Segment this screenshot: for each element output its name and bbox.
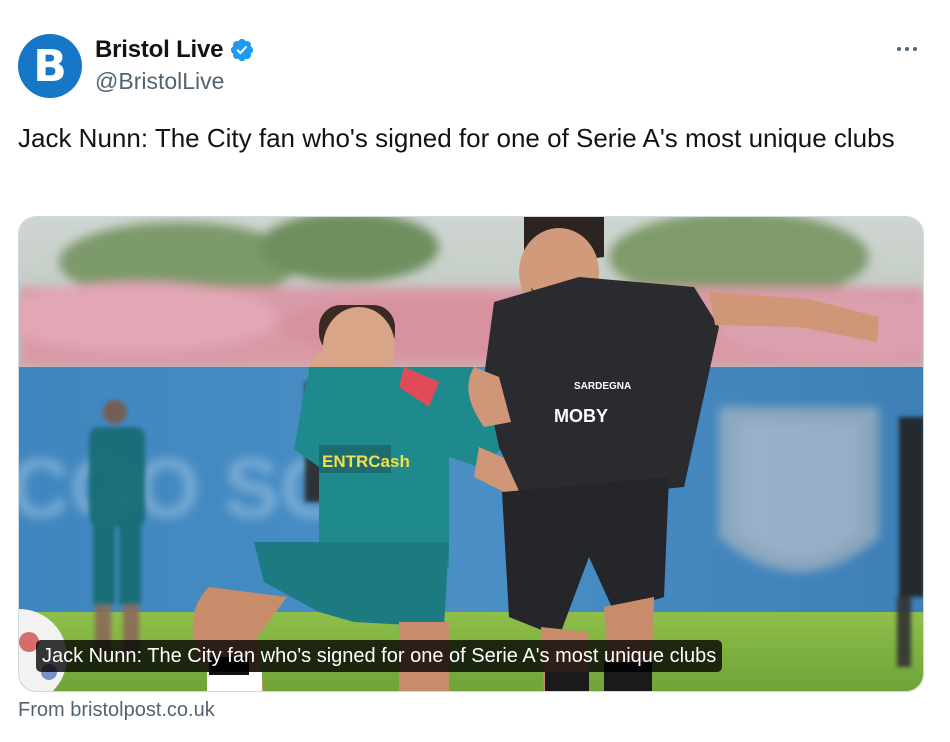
display-name[interactable]: Bristol Live xyxy=(95,36,224,64)
sponsor-text-right: MOBY xyxy=(554,406,608,426)
sponsor-text-left: ENTRCash xyxy=(322,452,410,471)
sponsor-text-right-small: SARDEGNA xyxy=(574,381,631,392)
more-options-icon[interactable] xyxy=(892,34,922,64)
link-card-title[interactable]: Jack Nunn: The City fan who's signed for… xyxy=(36,640,723,672)
link-card-image[interactable]: CGO SCR ENTRCash MOBY SARDEGNA xyxy=(18,216,924,692)
author-name-row: Bristol Live xyxy=(95,34,255,66)
author-handle[interactable]: @BristolLive xyxy=(95,68,224,95)
avatar-letter: B xyxy=(33,41,67,92)
tweet-text: Jack Nunn: The City fan who's signed for… xyxy=(18,123,895,153)
avatar[interactable]: B xyxy=(18,34,82,98)
tweet: B Bristol Live @BristolLive Jack Nunn: T… xyxy=(0,0,950,742)
verified-badge-icon xyxy=(231,38,254,62)
link-source[interactable]: From bristolpost.co.uk xyxy=(18,699,215,722)
football-photo: CGO SCR ENTRCash MOBY SARDEGNA xyxy=(19,217,923,691)
